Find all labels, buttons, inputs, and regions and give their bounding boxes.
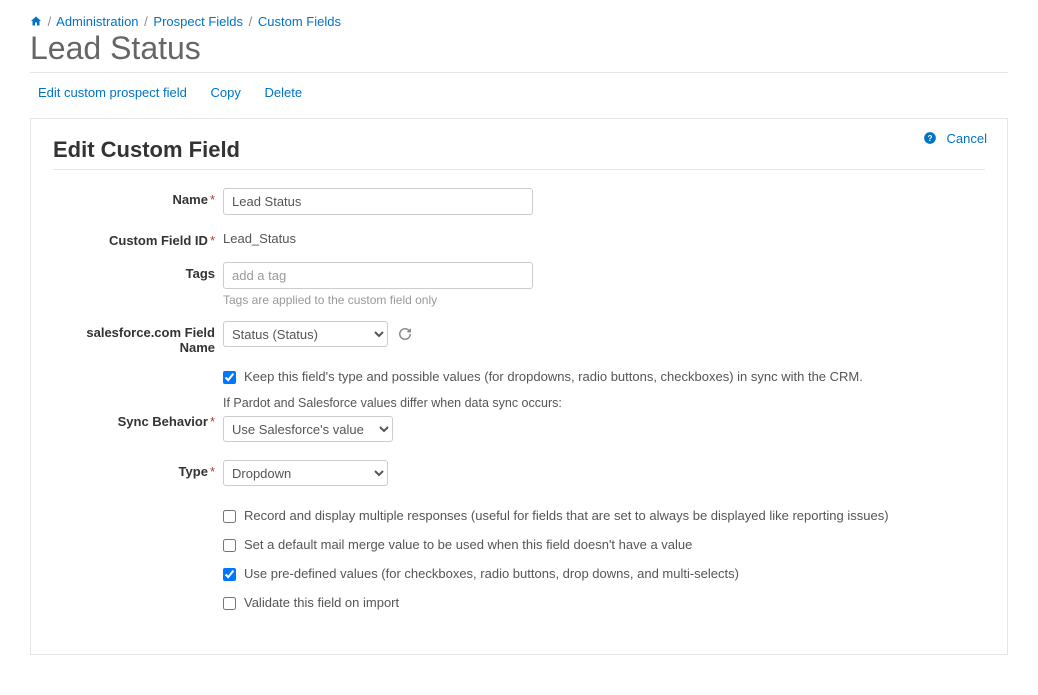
sync-behavior-select[interactable]: Use Salesforce's value bbox=[223, 416, 393, 442]
breadcrumb: / Administration / Prospect Fields / Cus… bbox=[30, 14, 1008, 29]
action-delete[interactable]: Delete bbox=[264, 85, 302, 100]
sync-crm-label: Keep this field's type and possible valu… bbox=[244, 369, 863, 384]
breadcrumb-sep: / bbox=[144, 14, 148, 29]
sf-field-select[interactable]: Status (Status) bbox=[223, 321, 388, 347]
panel-divider bbox=[53, 169, 985, 170]
breadcrumb-sep: / bbox=[249, 14, 253, 29]
edit-panel: ? Cancel Edit Custom Field Name* Custom … bbox=[30, 118, 1008, 655]
help-icon[interactable]: ? bbox=[923, 131, 941, 146]
sync-crm-checkbox[interactable] bbox=[223, 371, 236, 384]
name-input[interactable] bbox=[223, 188, 533, 215]
action-edit[interactable]: Edit custom prospect field bbox=[38, 85, 187, 100]
panel-title: Edit Custom Field bbox=[53, 137, 985, 163]
breadcrumb-custom-fields[interactable]: Custom Fields bbox=[258, 14, 341, 29]
sync-behavior-note: If Pardot and Salesforce values differ w… bbox=[223, 396, 985, 410]
tags-label: Tags bbox=[53, 262, 223, 281]
breadcrumb-home[interactable] bbox=[30, 14, 46, 29]
action-bar: Edit custom prospect field Copy Delete bbox=[38, 85, 1008, 100]
action-copy[interactable]: Copy bbox=[210, 85, 240, 100]
cancel-link[interactable]: Cancel bbox=[947, 131, 987, 146]
custom-id-label: Custom Field ID* bbox=[53, 229, 223, 248]
opt-default-merge-checkbox[interactable] bbox=[223, 539, 236, 552]
opt-predefined-label: Use pre-defined values (for checkboxes, … bbox=[244, 566, 739, 581]
type-select[interactable]: Dropdown bbox=[223, 460, 388, 486]
opt-multi-label: Record and display multiple responses (u… bbox=[244, 508, 889, 523]
type-label: Type* bbox=[53, 460, 223, 479]
sync-behavior-label: Sync Behavior* bbox=[53, 396, 223, 429]
custom-id-value: Lead_Status bbox=[223, 229, 296, 246]
home-icon bbox=[30, 15, 42, 27]
tags-input[interactable] bbox=[223, 262, 533, 289]
opt-predefined-checkbox[interactable] bbox=[223, 568, 236, 581]
tags-help: Tags are applied to the custom field onl… bbox=[223, 293, 985, 307]
opt-validate-label: Validate this field on import bbox=[244, 595, 399, 610]
opt-default-merge-label: Set a default mail merge value to be use… bbox=[244, 537, 692, 552]
opt-validate-checkbox[interactable] bbox=[223, 597, 236, 610]
name-label: Name* bbox=[53, 188, 223, 207]
title-divider bbox=[30, 72, 1008, 73]
refresh-icon[interactable] bbox=[398, 327, 412, 344]
svg-text:?: ? bbox=[927, 134, 932, 143]
breadcrumb-sep: / bbox=[48, 14, 52, 29]
breadcrumb-prospect-fields[interactable]: Prospect Fields bbox=[153, 14, 243, 29]
sf-field-label: salesforce.com Field Name bbox=[53, 321, 223, 355]
breadcrumb-admin[interactable]: Administration bbox=[56, 14, 138, 29]
page-title: Lead Status bbox=[30, 31, 1008, 66]
opt-multi-checkbox[interactable] bbox=[223, 510, 236, 523]
